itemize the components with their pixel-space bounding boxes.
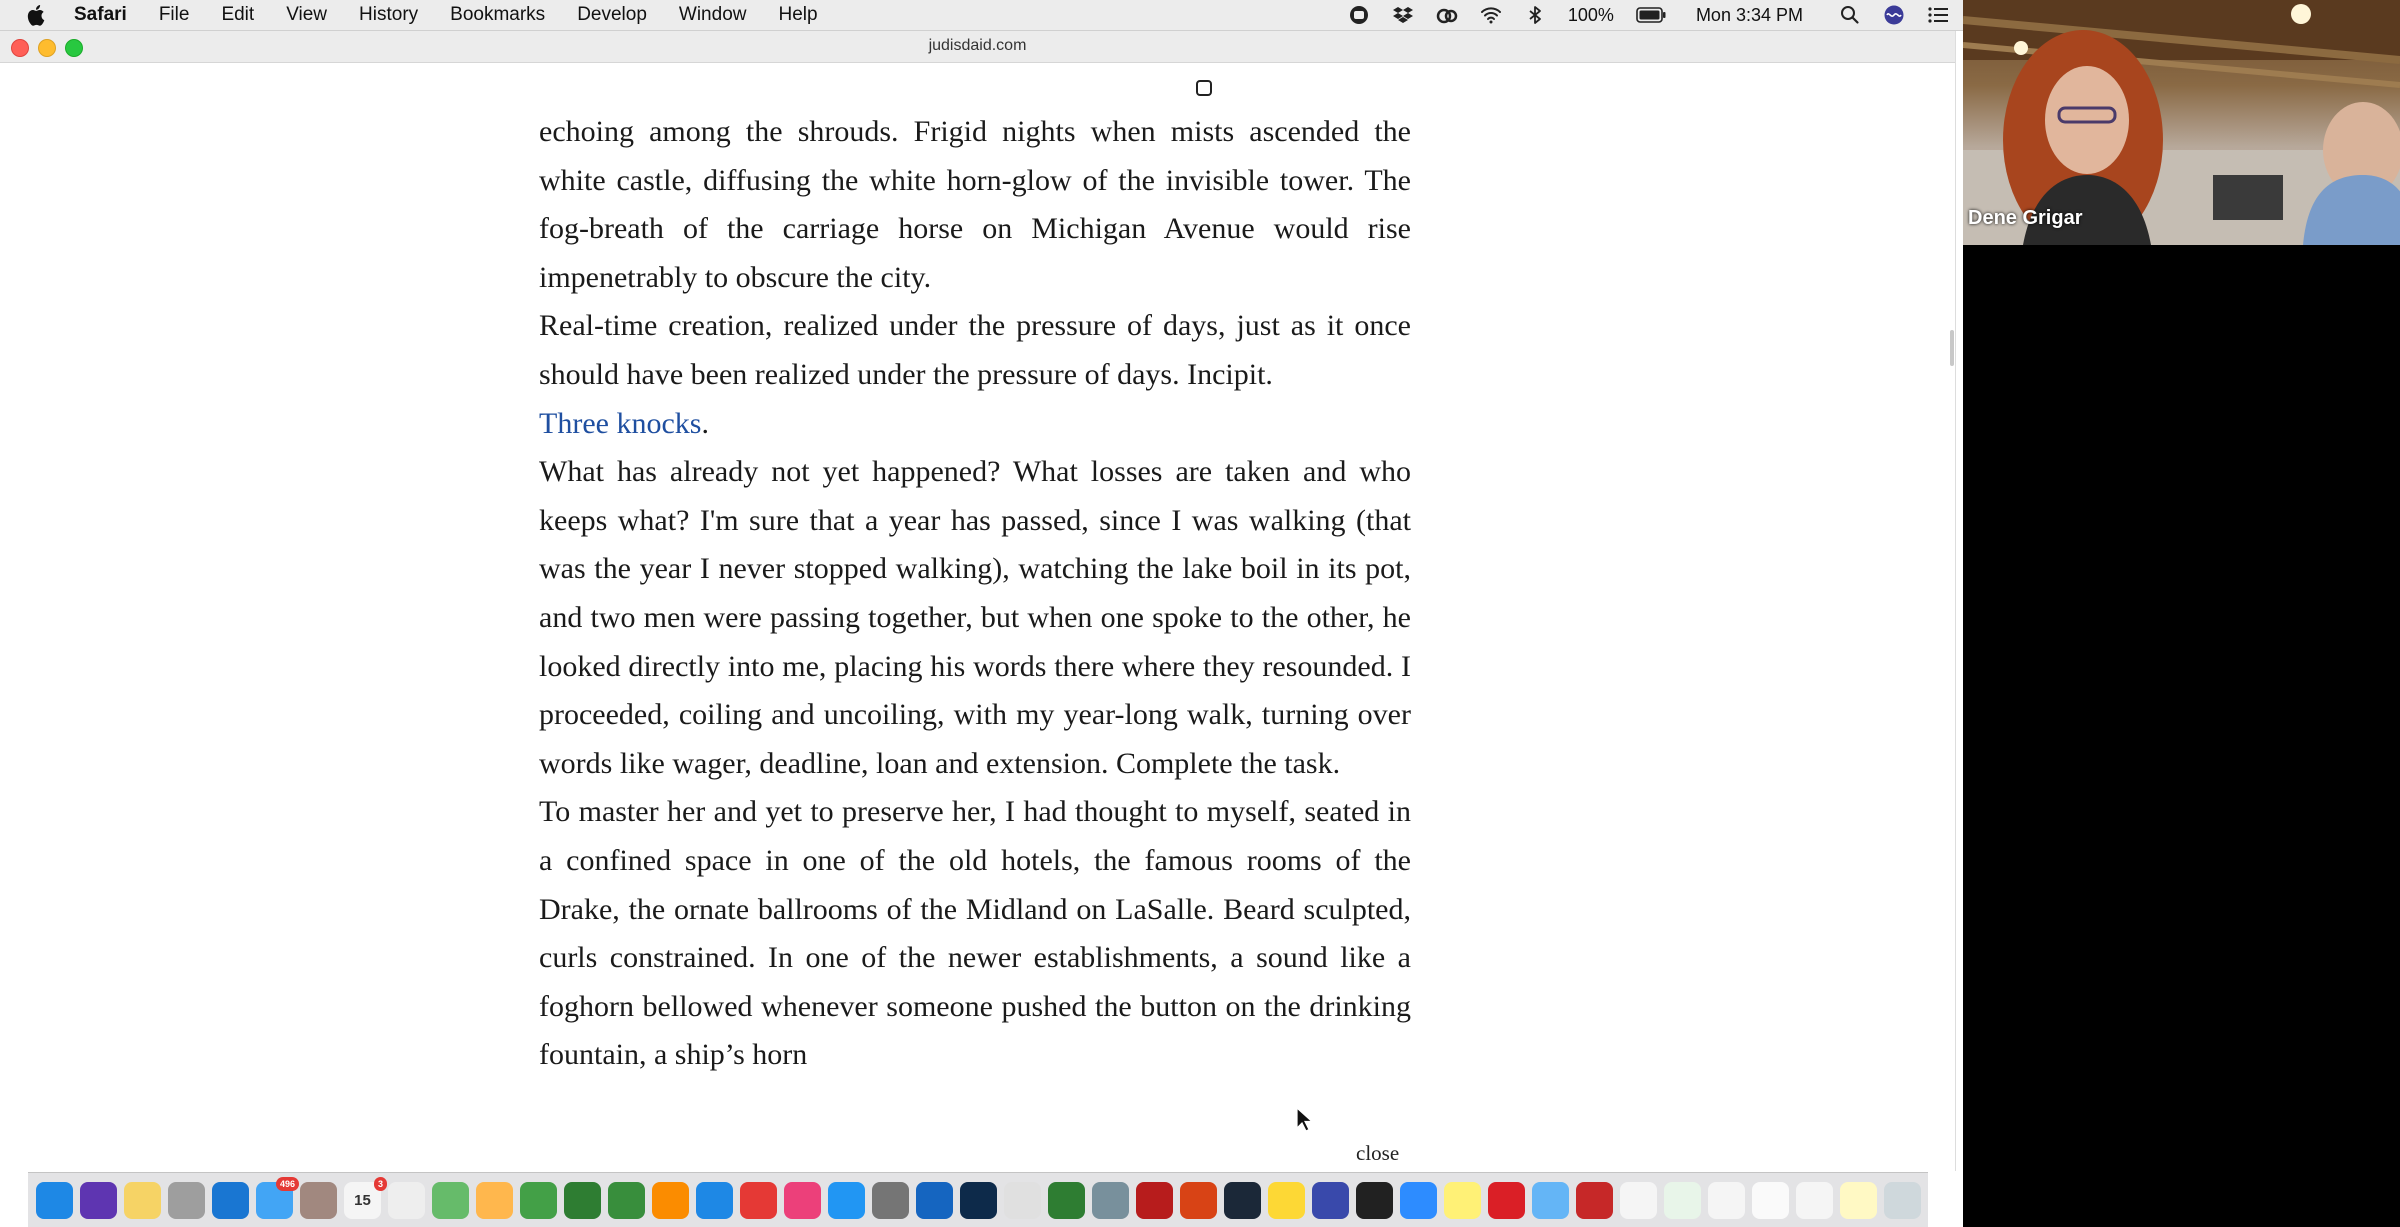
numbers-icon[interactable]: [608, 1181, 645, 1219]
screen-record-icon[interactable]: [1348, 4, 1370, 26]
stickies-icon[interactable]: [1444, 1181, 1481, 1219]
participant-name: Dene Grigar: [1968, 207, 2083, 229]
calendar-icon[interactable]: 15 3: [344, 1176, 387, 1219]
menu-edit[interactable]: Edit: [221, 4, 254, 26]
spotlight-search-icon[interactable]: [1839, 4, 1861, 26]
safari-icon[interactable]: [212, 1181, 249, 1219]
siri-menu-icon[interactable]: [1883, 4, 1905, 26]
close-link[interactable]: close: [1356, 1141, 1399, 1166]
pages-icon[interactable]: [652, 1181, 689, 1219]
terminal-icon[interactable]: [1356, 1181, 1393, 1219]
menu-bookmarks[interactable]: Bookmarks: [450, 4, 545, 26]
bluetooth-icon[interactable]: [1524, 4, 1546, 26]
mail-badge: 496: [275, 1176, 299, 1191]
creative-cloud-icon[interactable]: [1488, 1181, 1525, 1219]
photoshop-icon[interactable]: [960, 1181, 997, 1219]
link-period: .: [701, 406, 709, 440]
news-icon[interactable]: [740, 1181, 777, 1219]
word-icon[interactable]: [916, 1181, 953, 1219]
facetime-icon[interactable]: [564, 1181, 601, 1219]
messages-icon[interactable]: [520, 1181, 557, 1219]
maps-icon[interactable]: [432, 1181, 469, 1219]
document-stack-1-icon[interactable]: [1620, 1181, 1657, 1219]
article-paragraph-5: To master her and yet to preserve her, I…: [539, 795, 1411, 1072]
apple-menu-icon[interactable]: [26, 3, 48, 27]
participant-video-tile[interactable]: Dene Grigar: [1963, 0, 2400, 245]
scrollbar-thumb[interactable]: [1950, 330, 1954, 366]
downloads-folder-icon[interactable]: [1532, 1181, 1569, 1219]
menu-clock[interactable]: Mon 3:34 PM: [1696, 5, 1803, 26]
menu-extras: 100% Mon 3:34 PM: [1348, 0, 1949, 30]
contacts-icon[interactable]: [300, 1181, 337, 1219]
trash-icon[interactable]: [1884, 1181, 1921, 1219]
photos-icon[interactable]: [476, 1181, 513, 1219]
menu-window[interactable]: Window: [679, 4, 747, 26]
window-title: judisdaid.com: [928, 37, 1027, 54]
acrobat-icon[interactable]: [1136, 1181, 1173, 1219]
system-preferences-icon[interactable]: [872, 1181, 909, 1219]
menu-history[interactable]: History: [359, 4, 418, 26]
document-stack-2-icon[interactable]: [1664, 1181, 1701, 1219]
finder-icon[interactable]: [36, 1181, 73, 1219]
keynote-icon[interactable]: [696, 1181, 733, 1219]
fullscreen-toggle-icon[interactable]: [1196, 80, 1212, 96]
siri-icon[interactable]: [80, 1181, 117, 1219]
reminders-icon[interactable]: [388, 1181, 425, 1219]
menu-bar: Safari File Edit View History Bookmarks …: [0, 0, 1963, 31]
window-titlebar[interactable]: judisdaid.com: [0, 31, 1955, 63]
zoom-video-panel: Dene Grigar: [1963, 0, 2400, 1227]
three-knocks-link[interactable]: Three knocks: [539, 407, 701, 440]
powerpoint-icon[interactable]: [1180, 1181, 1217, 1219]
app-store-icon[interactable]: [828, 1181, 865, 1219]
battery-percentage: 100%: [1567, 4, 1614, 25]
dreamweaver-icon[interactable]: [1004, 1181, 1041, 1219]
article-paragraph-4: What has already not yet happened? What …: [539, 455, 1411, 780]
document-stack-4-icon[interactable]: [1752, 1181, 1789, 1219]
document-stack-5-icon[interactable]: [1796, 1181, 1833, 1219]
document-stack-6-icon[interactable]: [1840, 1181, 1877, 1219]
cyberduck-icon[interactable]: [1268, 1181, 1305, 1219]
launchpad-icon[interactable]: [168, 1181, 205, 1219]
acrobat-doc-icon[interactable]: [1576, 1181, 1613, 1219]
steam-icon[interactable]: [1224, 1181, 1261, 1219]
music-icon[interactable]: [784, 1181, 821, 1219]
wifi-icon[interactable]: [1480, 4, 1502, 26]
mail-icon[interactable]: 496: [256, 1176, 299, 1219]
notes-icon[interactable]: [124, 1181, 161, 1219]
article-paragraph-2: Real-time creation, realized under the p…: [539, 309, 1411, 391]
article-paragraph-1: echoing among the shrouds. Frigid nights…: [539, 115, 1411, 294]
calendar-badge: 3: [373, 1176, 387, 1191]
dock: 496 15 3: [28, 1172, 1928, 1227]
app-menu-safari[interactable]: Safari: [74, 4, 127, 26]
scanner-icon[interactable]: [1092, 1181, 1129, 1219]
document-stack-3-icon[interactable]: [1708, 1181, 1745, 1219]
dropbox-icon[interactable]: [1392, 4, 1414, 26]
menu-view[interactable]: View: [286, 4, 327, 26]
battery-icon[interactable]: [1636, 7, 1666, 23]
menu-help[interactable]: Help: [778, 4, 817, 26]
article-paragraph-3: Three knocks.: [539, 400, 1411, 449]
zoom-icon[interactable]: [1400, 1181, 1437, 1219]
menu-file[interactable]: File: [159, 4, 190, 26]
creative-cloud-menu-icon[interactable]: [1436, 4, 1458, 26]
notification-center-icon[interactable]: [1927, 4, 1949, 26]
article-text: echoing among the shrouds. Frigid nights…: [539, 108, 1411, 1080]
bbedit-icon[interactable]: [1312, 1181, 1349, 1219]
menu-develop[interactable]: Develop: [577, 4, 647, 26]
excel-icon[interactable]: [1048, 1181, 1085, 1219]
mouse-pointer-icon: [1296, 1107, 1314, 1132]
